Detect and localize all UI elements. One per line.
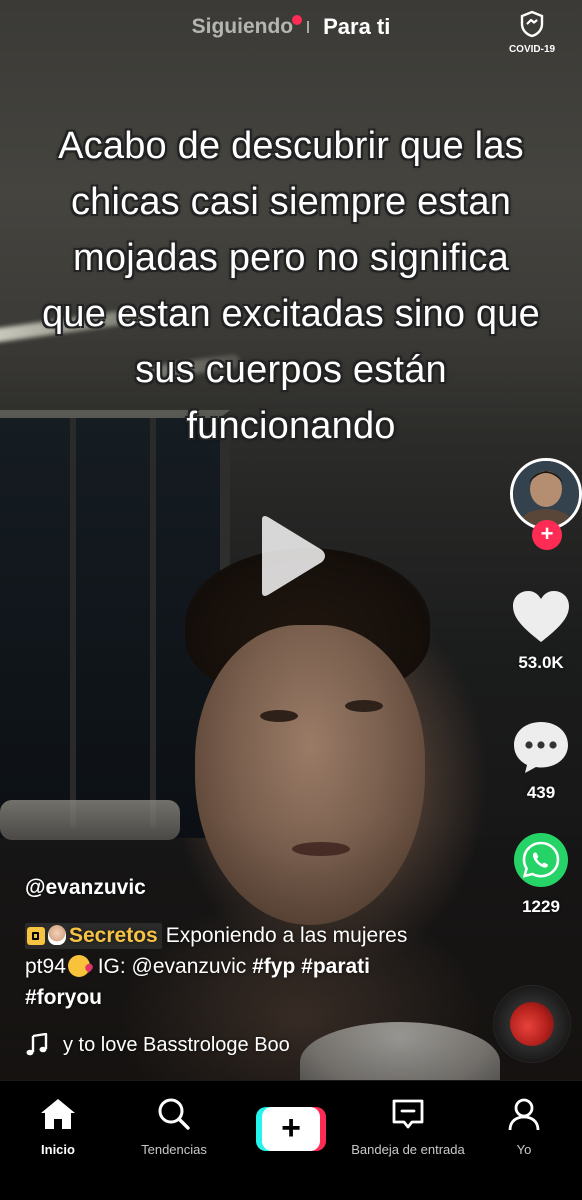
hashtag-foryou[interactable]: #foryou bbox=[25, 986, 102, 1009]
home-icon bbox=[41, 1099, 75, 1129]
tag-chip-label: Secretos bbox=[69, 924, 158, 947]
feed-tabs: Siguiendo Para ti bbox=[0, 14, 582, 40]
post-description: Secretos Exponiendo a las mujeres pt94 IG… bbox=[25, 920, 445, 1013]
bottom-navigation: Inicio Tendencias + Bandeja de entrada Y… bbox=[0, 1080, 582, 1200]
window-mullion bbox=[70, 418, 76, 828]
share-button[interactable]: 1229 bbox=[500, 832, 582, 917]
kiss-emoji-icon bbox=[67, 955, 90, 977]
nav-home-label: Inicio bbox=[41, 1142, 75, 1157]
comment-button[interactable]: 439 bbox=[500, 720, 582, 803]
nav-profile[interactable]: Yo bbox=[464, 1097, 582, 1157]
woman-emoji-icon bbox=[48, 925, 66, 945]
avatar-image bbox=[513, 461, 579, 527]
shield-icon bbox=[520, 10, 544, 38]
hashtag-parati[interactable]: #parati bbox=[301, 955, 370, 978]
notification-dot bbox=[292, 15, 303, 25]
tab-following-label: Siguiendo bbox=[191, 15, 294, 38]
nav-profile-label: Yo bbox=[516, 1142, 532, 1157]
tab-following[interactable]: Siguiendo bbox=[191, 15, 303, 39]
tag-chip[interactable]: Secretos bbox=[25, 923, 162, 949]
like-button[interactable]: 53.0K bbox=[500, 590, 582, 673]
search-icon bbox=[158, 1098, 190, 1130]
tab-separator bbox=[307, 21, 310, 33]
person-eye bbox=[260, 710, 298, 722]
tab-for-you[interactable]: Para ti bbox=[323, 14, 390, 40]
description-instagram: IG: @evanzuvic bbox=[97, 955, 247, 978]
music-info[interactable]: y to love Basstrologe Boo bbox=[25, 1030, 335, 1060]
video-text-overlay: Acabo de descubrir que las chicas casi s… bbox=[42, 125, 540, 447]
create-button[interactable]: + bbox=[256, 1107, 326, 1151]
comment-count: 439 bbox=[526, 783, 556, 802]
sound-cover-image bbox=[510, 1002, 554, 1046]
creator-username[interactable]: @evanzuvic bbox=[25, 876, 146, 900]
follow-button[interactable]: + bbox=[532, 520, 562, 550]
nav-discover[interactable]: Tendencias bbox=[114, 1097, 234, 1157]
music-disc[interactable] bbox=[494, 986, 570, 1062]
nav-inbox-label: Bandeja de entrada bbox=[351, 1142, 465, 1157]
heart-icon bbox=[513, 591, 569, 642]
covid-button[interactable]: COVID-19 bbox=[502, 10, 562, 55]
covid-label: COVID-19 bbox=[508, 44, 556, 55]
collection-icon bbox=[27, 927, 45, 945]
tiktok-screen: Siguiendo Para ti COVID-19 Acabo de desc… bbox=[0, 0, 582, 1200]
whatsapp-icon bbox=[514, 833, 568, 887]
inbox-icon bbox=[392, 1099, 424, 1129]
comment-icon bbox=[514, 722, 568, 773]
profile-icon bbox=[508, 1098, 540, 1131]
hashtag-fyp[interactable]: #fyp bbox=[252, 955, 295, 978]
music-track-name: y to love Basstrologe Boo bbox=[63, 1033, 290, 1056]
plus-icon: + bbox=[262, 1107, 320, 1151]
like-count: 53.0K bbox=[518, 653, 564, 672]
share-count: 1229 bbox=[522, 897, 560, 916]
music-note-icon bbox=[26, 1033, 48, 1056]
nav-inbox[interactable]: Bandeja de entrada bbox=[348, 1097, 468, 1157]
play-icon[interactable] bbox=[258, 514, 328, 598]
tab-for-you-label: Para ti bbox=[323, 14, 391, 39]
nav-home[interactable]: Inicio bbox=[0, 1097, 118, 1157]
nav-discover-label: Tendencias bbox=[141, 1142, 207, 1157]
person-eye bbox=[345, 700, 383, 712]
window-mullion bbox=[150, 418, 156, 828]
